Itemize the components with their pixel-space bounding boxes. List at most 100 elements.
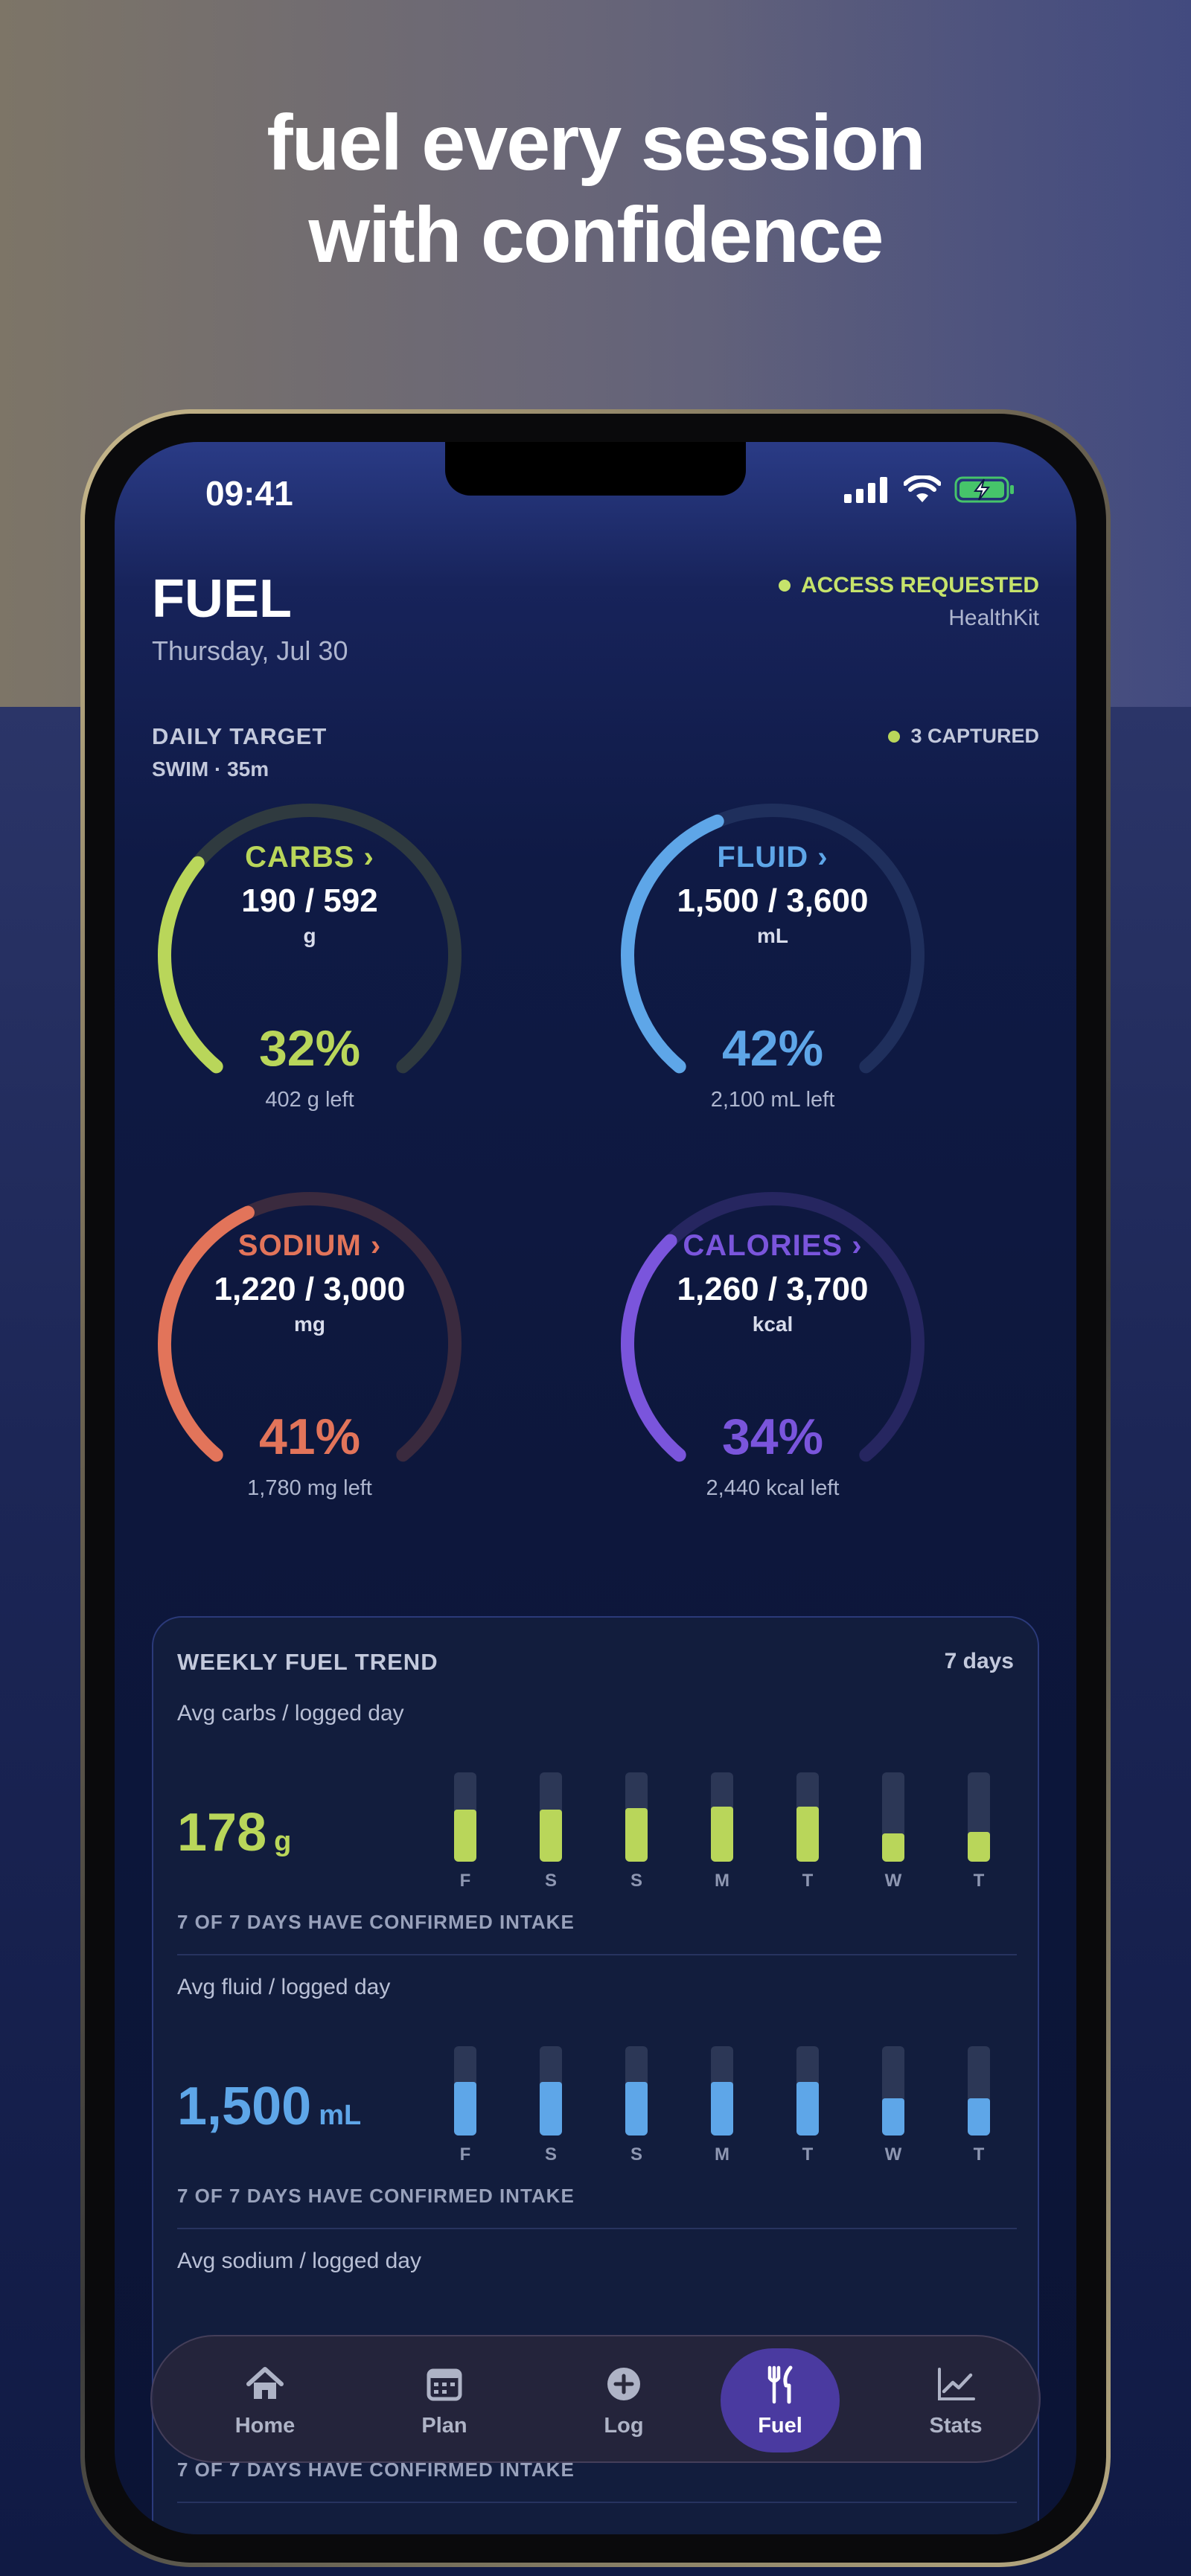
bar-fill [454, 2082, 476, 2136]
gauge-value: 1,220 / 3,000 [214, 1271, 406, 1307]
bar-track [540, 1772, 562, 1862]
trend-bar: W [882, 2046, 904, 2173]
gauge-percent: 42% [721, 1020, 824, 1077]
captured-dot [888, 730, 901, 743]
chart-line-icon [938, 2368, 975, 2400]
trend-footer: 7 OF 7 DAYS HAVE CONFIRMED INTAKE [177, 1911, 575, 1933]
chevron-right-icon: › [370, 1229, 382, 1262]
trend-bar: T [968, 2046, 990, 2173]
trend-bar: S [625, 1772, 648, 1899]
status-time: 09:41 [205, 474, 293, 513]
bar-track [968, 2046, 990, 2136]
gauge-sodium[interactable]: SODIUM › 1,220 / 3,000 mg 41% 1,780 mg l… [146, 1180, 473, 1530]
trend-footer: 7 OF 7 DAYS HAVE CONFIRMED INTAKE [177, 2185, 575, 2207]
tab-label: Log [604, 2414, 644, 2438]
trend-value-number: 178 [177, 1803, 267, 1862]
gauge-value: 1,260 / 3,700 [677, 1271, 869, 1307]
bar-day-label: S [544, 2144, 557, 2165]
tab-stats[interactable]: Stats [896, 2348, 1015, 2452]
gauge-calories[interactable]: CALORIES › 1,260 / 3,700 kcal 34% 2,440 … [609, 1180, 936, 1530]
chevron-right-icon: › [817, 841, 828, 874]
trend-bar: F [454, 2046, 476, 2173]
access-status[interactable]: ACCESS REQUESTED [778, 573, 1039, 598]
phone-screen: 09:41 FUEL Thursday, Jul 30 ACCESS REQUE… [115, 442, 1076, 2534]
bar-day-label: T [802, 1871, 814, 1891]
gauge-percent: 32% [258, 1020, 361, 1077]
tab-fuel[interactable]: Fuel [721, 2348, 840, 2452]
headline-line-1: fuel every session [266, 99, 925, 187]
gauge-fluid[interactable]: FLUID › 1,500 / 3,600 mL 42% 2,100 mL le… [609, 792, 936, 1141]
page-date: Thursday, Jul 30 [152, 635, 348, 666]
gauge-percent: 41% [258, 1409, 361, 1465]
page-title: FUEL [152, 569, 292, 629]
marketing-headline: fuel every session with confidence [0, 97, 1191, 281]
notch [445, 442, 746, 496]
bar-day-label: T [973, 2144, 985, 2165]
battery-icon [954, 476, 1014, 503]
bar-fill [625, 1808, 648, 1862]
gauge-value: 190 / 592 [241, 882, 378, 919]
gauge-unit: mL [757, 924, 788, 947]
tab-log[interactable]: Log [564, 2348, 683, 2452]
bar-fill [540, 1810, 562, 1862]
daily-target-label: DAILY TARGET [152, 723, 328, 749]
home-icon [246, 2367, 284, 2399]
trend-bars: FSSMTWT [454, 2046, 1005, 2173]
tab-label: Home [234, 2414, 296, 2438]
trend-value-unit: mL [319, 2100, 362, 2131]
bar-day-label: M [715, 1871, 729, 1891]
trend-subtitle: Avg sodium / logged day [177, 2249, 421, 2273]
gauge-label: CARBS › [146, 841, 473, 874]
gauge-label: FLUID › [609, 841, 936, 874]
trend-bar: W [882, 1772, 904, 1899]
trend-value: 1,500 mL [177, 2076, 361, 2137]
bar-day-label: S [544, 1871, 557, 1891]
chevron-right-icon: › [363, 841, 374, 874]
tab-plan[interactable]: Plan [385, 2348, 504, 2452]
bar-fill [454, 1810, 476, 1862]
trend-bar: S [540, 1772, 562, 1899]
bar-track [454, 1772, 476, 1862]
fork-knife-icon [767, 2365, 793, 2404]
weekly-trend-title: WEEKLY FUEL TREND [177, 1649, 438, 1675]
trend-bar: M [711, 1772, 733, 1899]
trend-value-number: 1,500 [177, 2077, 312, 2136]
bar-day-label: F [459, 1871, 471, 1891]
weekly-trend-range[interactable]: 7 days [945, 1649, 1014, 1674]
gauge-label: SODIUM › [146, 1229, 473, 1263]
divider [177, 2228, 1017, 2229]
captured-label: 3 CAPTURED [910, 725, 1039, 747]
bar-day-label: S [630, 1871, 642, 1891]
bar-track [882, 1772, 904, 1862]
tab-bar: Home Plan Log Fuel Stats [150, 2335, 1041, 2463]
trend-bar: F [454, 1772, 476, 1899]
bar-track [796, 2046, 819, 2136]
bar-fill [796, 1806, 819, 1862]
bar-fill [711, 1806, 733, 1862]
bar-fill [882, 1833, 904, 1862]
plus-circle-icon [607, 2368, 640, 2400]
tab-label: Stats [929, 2414, 983, 2438]
tab-home[interactable]: Home [205, 2348, 325, 2452]
gauge-label-text: CARBS [245, 841, 355, 874]
bar-fill [625, 2082, 648, 2136]
gauge-remaining: 1,780 mg left [247, 1476, 372, 1500]
trend-fluid: Avg fluid / logged day 1,500 mL F S S M T W T 7… [177, 1975, 1017, 2250]
bar-track [625, 1772, 648, 1862]
bar-day-label: T [802, 2144, 814, 2165]
trend-bar: T [796, 1772, 819, 1899]
trend-subtitle: Avg carbs / logged day [177, 1701, 404, 1726]
gauge-unit: g [303, 924, 316, 947]
gauge-remaining: 2,100 mL left [710, 1088, 835, 1112]
bar-fill [882, 2098, 904, 2136]
status-icons [844, 475, 1017, 504]
bar-track [968, 1772, 990, 1862]
gauge-carbs[interactable]: CARBS › 190 / 592 g 32% 402 g left [146, 792, 473, 1141]
signal-icon [844, 477, 887, 503]
gauge-percent: 34% [721, 1409, 824, 1465]
captured-badge: 3 CAPTURED [888, 725, 1039, 748]
trend-bar: M [711, 2046, 733, 2173]
bar-track [796, 1772, 819, 1862]
bar-fill [540, 2082, 562, 2136]
bar-track [625, 2046, 648, 2136]
